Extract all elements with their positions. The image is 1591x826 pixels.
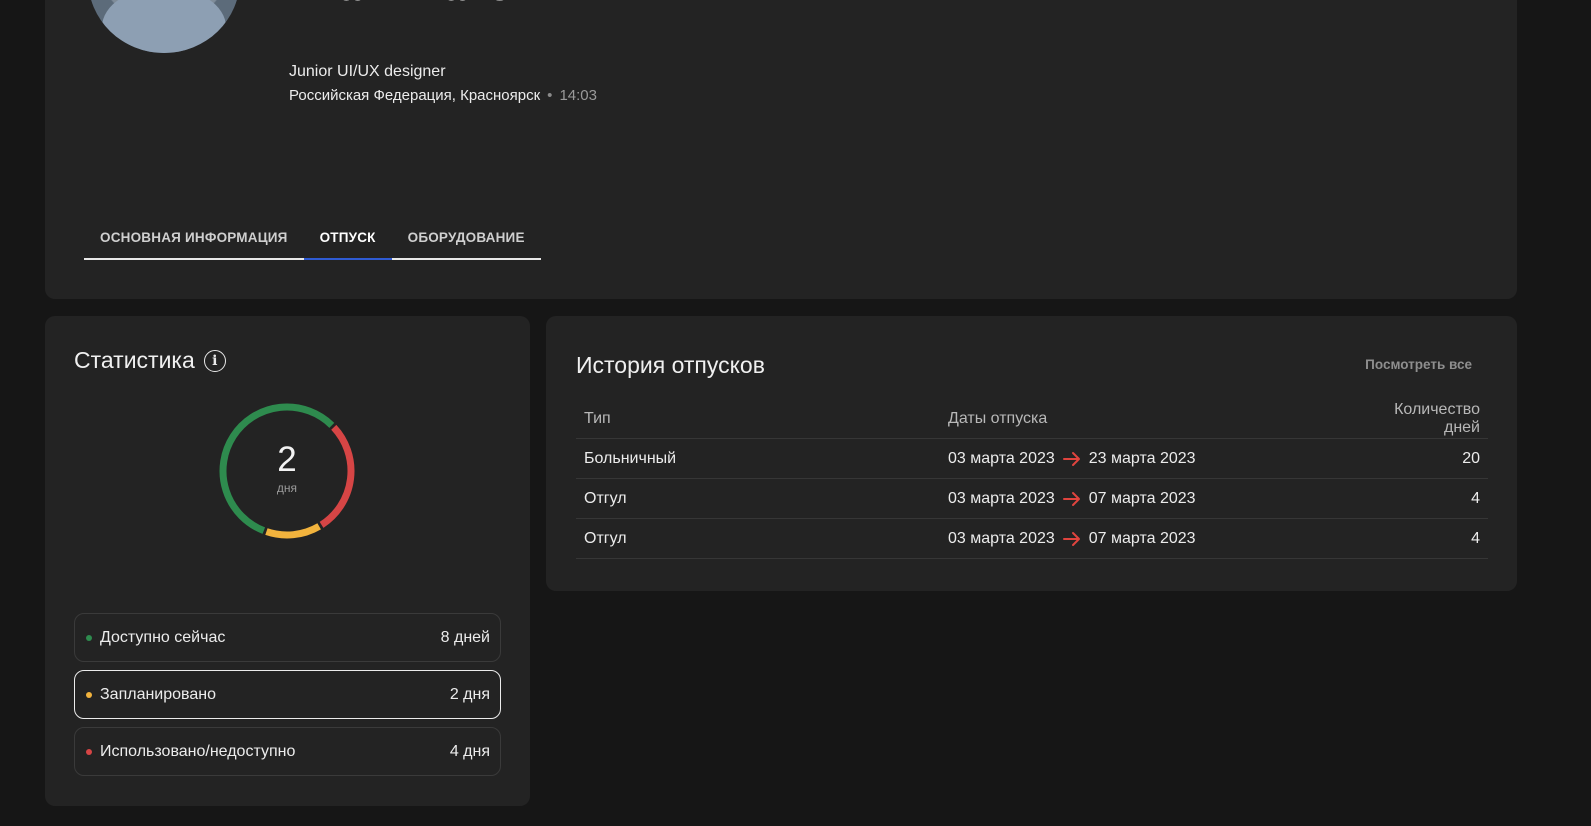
- used-dot: [86, 748, 92, 755]
- profile-local-time: 14:03: [559, 87, 597, 104]
- row-days: 4: [1471, 489, 1480, 507]
- separator-dot: •: [547, 87, 553, 104]
- row-dates: 03 марта 2023 07 марта 2023: [948, 490, 1368, 508]
- avatar[interactable]: [88, 0, 240, 53]
- statistics-title: Статистика: [74, 347, 195, 373]
- date-from: 03 марта 2023: [948, 529, 1055, 547]
- legend-label: Запланировано: [100, 685, 216, 703]
- profile-tabs: ОСНОВНАЯ ИНФОРМАЦИЯ ОТПУСК ОБОРУДОВАНИЕ: [84, 217, 541, 260]
- column-days: Количество дней: [1394, 400, 1480, 436]
- row-type: Больничный: [584, 449, 677, 467]
- arrow-right-icon: [1062, 491, 1080, 506]
- legend-label: Доступно сейчас: [100, 628, 226, 646]
- profile-card: Иван Иванович Junior UI/UX designer Росс…: [45, 0, 1517, 299]
- table-row[interactable]: Отгул 03 марта 2023 07 марта 2023 4: [576, 519, 1488, 559]
- legend-available[interactable]: Доступно сейчас 8 дней: [74, 613, 501, 662]
- tab-equipment[interactable]: ОБОРУДОВАНИЕ: [392, 217, 541, 258]
- view-all-link[interactable]: Посмотреть все: [1365, 357, 1472, 372]
- available-dot: [86, 634, 92, 641]
- statistics-title-row: Статистика i: [74, 347, 226, 374]
- column-type: Тип: [584, 409, 611, 427]
- table-row[interactable]: Отгул 03 марта 2023 07 марта 2023 4: [576, 479, 1488, 519]
- legend-value: 2 дня: [449, 685, 490, 703]
- avatar-shirt: [102, 0, 226, 53]
- row-days: 20: [1462, 449, 1480, 467]
- statistics-card: Статистика i 2 дня Доступно сейчас 8 дне…: [45, 316, 530, 806]
- arrow-right-icon: [1062, 531, 1080, 546]
- column-dates: Даты отпуска: [948, 409, 1048, 427]
- legend-value: 4 дня: [449, 742, 490, 760]
- history-title: История отпусков: [576, 352, 765, 378]
- planned-dot: [86, 691, 92, 698]
- donut-value: 2: [277, 440, 297, 479]
- row-dates: 03 марта 2023 23 марта 2023: [948, 450, 1368, 468]
- legend-used[interactable]: Использовано/недоступно 4 дня: [74, 727, 501, 776]
- vacation-history-card: История отпусков Посмотреть все Тип Даты…: [546, 316, 1517, 591]
- vacation-history-table: Тип Даты отпуска Количество дней Больнич…: [576, 399, 1488, 559]
- date-from: 03 марта 2023: [948, 489, 1055, 507]
- profile-location-line: Российская Федерация, Красноярск • 14:03: [289, 87, 597, 104]
- date-to: 07 марта 2023: [1088, 529, 1196, 547]
- profile-role: Junior UI/UX designer: [289, 63, 446, 80]
- profile-location: Российская Федерация, Красноярск: [289, 87, 541, 104]
- date-to: 07 марта 2023: [1088, 489, 1196, 507]
- info-icon[interactable]: i: [203, 349, 226, 372]
- donut-unit: дня: [276, 481, 298, 495]
- row-dates: 03 марта 2023 07 марта 2023: [948, 530, 1368, 548]
- legend-planned[interactable]: Запланировано 2 дня: [74, 670, 501, 719]
- row-type: Отгул: [584, 489, 627, 507]
- row-days: 4: [1471, 529, 1480, 547]
- legend-value: 8 дней: [440, 628, 490, 646]
- profile-name: Иван Иванович: [289, 0, 580, 8]
- date-from: 03 марта 2023: [948, 449, 1055, 467]
- arrow-right-icon: [1062, 451, 1080, 466]
- tab-vacation[interactable]: ОТПУСК: [303, 217, 392, 260]
- donut-center: 2 дня: [217, 401, 357, 541]
- table-row[interactable]: Больничный 03 марта 2023 23 марта 2023 2…: [576, 439, 1488, 479]
- date-to: 23 марта 2023: [1088, 449, 1196, 467]
- row-type: Отгул: [584, 529, 627, 547]
- legend-label: Использовано/недоступно: [100, 742, 296, 760]
- tab-main-info[interactable]: ОСНОВНАЯ ИНФОРМАЦИЯ: [84, 217, 304, 258]
- table-header: Тип Даты отпуска Количество дней: [576, 399, 1488, 439]
